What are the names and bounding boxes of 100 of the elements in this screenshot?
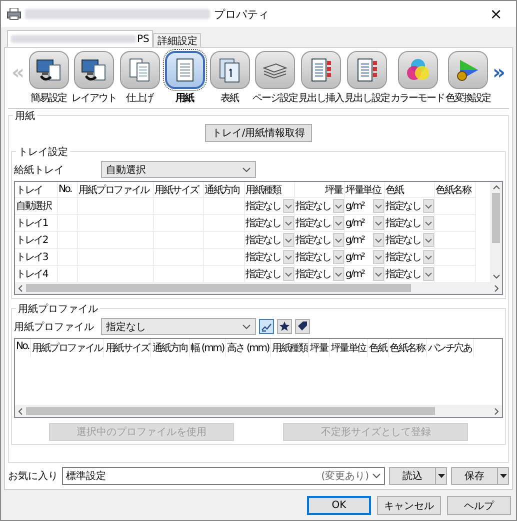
weight-dropdown[interactable]: 指定なし xyxy=(294,232,344,248)
scroll-up-icon xyxy=(492,185,500,190)
column-header[interactable]: パンチ穴あ xyxy=(426,339,474,357)
table-cell: トレイ2 xyxy=(15,232,57,248)
column-header[interactable]: 坪量 xyxy=(309,339,330,357)
weight-unit-dropdown[interactable]: g/m² xyxy=(344,198,384,214)
column-header[interactable]: 色紙 xyxy=(384,182,434,198)
column-header[interactable]: 色紙 xyxy=(368,339,389,357)
chevron-down-icon xyxy=(374,204,382,208)
scroll-thumb[interactable] xyxy=(26,284,411,292)
paper-type-dropdown[interactable]: 指定なし xyxy=(244,198,294,214)
tab[interactable]: 詳細設定 xyxy=(153,33,202,47)
dialog-button[interactable]: ヘルプ xyxy=(447,496,511,515)
color-paper-dropdown[interactable]: 指定なし xyxy=(384,216,434,230)
chevron-down-icon xyxy=(334,220,342,226)
profile-tool-button[interactable] xyxy=(277,319,292,334)
column-header[interactable]: 用紙プロファイル xyxy=(77,182,153,198)
column-header[interactable]: 用紙サイズ xyxy=(153,182,203,198)
tag-icon xyxy=(297,321,308,332)
weight-unit-dropdown[interactable]: g/m² xyxy=(344,250,384,264)
printer-icon xyxy=(7,8,21,20)
weight-dropdown[interactable]: 指定なし xyxy=(294,216,344,230)
column-header[interactable]: 高さ (mm) xyxy=(226,339,271,357)
chevron-down-icon xyxy=(334,204,342,208)
color-paper-dropdown[interactable]: 指定なし xyxy=(384,198,434,214)
paper-profile-dropdown[interactable]: 指定なし xyxy=(101,318,256,335)
dialog-button[interactable]: OK xyxy=(307,496,371,515)
scroll-thumb[interactable] xyxy=(492,193,500,243)
chevron-down-icon xyxy=(284,254,292,260)
column-header[interactable]: 坪量単位 xyxy=(330,339,368,357)
scroll-down-icon xyxy=(492,274,500,279)
column-header[interactable]: No. xyxy=(57,182,77,198)
chevron-down-icon xyxy=(284,238,292,242)
vertical-scrollbar[interactable] xyxy=(490,182,502,282)
scroll-right-button[interactable]: » xyxy=(492,60,506,84)
chevron-down-icon xyxy=(284,204,292,208)
column-header[interactable]: 色紙名称 xyxy=(434,182,475,198)
column-header[interactable]: 坪量単位 xyxy=(344,182,384,198)
star-icon xyxy=(279,321,290,332)
fetch-info-button[interactable]: トレイ/用紙情報取得 xyxy=(204,124,312,142)
weight-unit-dropdown[interactable]: g/m² xyxy=(344,216,384,230)
group-title: 用紙プロファイル xyxy=(16,302,100,316)
paper-type-dropdown[interactable]: 指定なし xyxy=(244,250,294,264)
column-header[interactable]: 幅 (mm) xyxy=(190,339,226,357)
paper-type-dropdown[interactable]: 指定なし xyxy=(244,266,294,282)
dropdown-arrow-button[interactable] xyxy=(497,467,509,485)
chevron-down-icon xyxy=(242,166,251,172)
dialog-button[interactable]: キャンセル xyxy=(377,496,441,515)
column-header[interactable]: 用紙種類 xyxy=(270,339,310,357)
column-header[interactable]: 通紙方向 xyxy=(151,339,190,357)
profile-tool-button[interactable] xyxy=(295,319,310,334)
chevron-down-icon xyxy=(374,272,382,276)
paper-tray-dropdown[interactable]: 自動選択 xyxy=(101,161,256,178)
table-cell: トレイ1 xyxy=(15,214,57,232)
table-cell: 自動選択 xyxy=(15,198,57,214)
column-header[interactable]: 用紙種類 xyxy=(244,182,294,198)
tab[interactable]: PS xyxy=(7,30,154,47)
chevron-down-icon xyxy=(424,220,432,226)
weight-unit-dropdown[interactable]: g/m² xyxy=(344,232,384,248)
column-header[interactable]: No. xyxy=(15,339,32,357)
weight-dropdown[interactable]: 指定なし xyxy=(294,198,344,214)
scroll-right-icon xyxy=(494,408,499,414)
color-paper-dropdown[interactable]: 指定なし xyxy=(384,250,434,264)
scroll-left-icon xyxy=(18,284,23,292)
column-header[interactable]: 通紙方向 xyxy=(203,182,244,198)
table-cell: トレイ3 xyxy=(15,248,57,266)
column-header[interactable]: 用紙サイズ xyxy=(104,339,152,357)
column-header[interactable]: 坪量 xyxy=(294,182,344,198)
column-header[interactable]: 用紙プロファイル xyxy=(31,339,104,357)
color-paper-dropdown[interactable]: 指定なし xyxy=(384,232,434,248)
split-button[interactable]: 読込 xyxy=(389,467,435,485)
window-title: プロパティ xyxy=(214,6,269,22)
chevron-down-icon xyxy=(424,238,432,242)
chevron-down-icon xyxy=(284,220,292,226)
chevron-down-icon xyxy=(372,473,381,479)
horizontal-scrollbar[interactable] xyxy=(15,282,502,294)
scroll-thumb[interactable] xyxy=(26,407,435,415)
field-label: お気に入り xyxy=(8,470,58,483)
paper-type-dropdown[interactable]: 指定なし xyxy=(244,232,294,248)
split-button[interactable]: 保存 xyxy=(451,467,497,485)
caret-down-icon xyxy=(500,474,506,478)
horizontal-scrollbar[interactable] xyxy=(15,405,502,417)
pencil-icon xyxy=(261,321,272,332)
dropdown-arrow-button[interactable] xyxy=(435,467,447,485)
group-title: 用紙 xyxy=(13,109,37,123)
caret-down-icon xyxy=(438,474,444,478)
chevron-down-icon xyxy=(424,204,432,208)
weight-dropdown[interactable]: 指定なし xyxy=(294,250,344,264)
field-label: 用紙プロファイル xyxy=(14,320,95,334)
chevron-down-icon xyxy=(284,272,292,276)
group-title: トレイ設定 xyxy=(16,145,70,159)
weight-dropdown[interactable]: 指定なし xyxy=(294,266,344,282)
favorites-dropdown[interactable]: 標準設定 (変更あり) xyxy=(62,467,385,485)
paper-type-dropdown[interactable]: 指定なし xyxy=(244,216,294,230)
column-header[interactable]: トレイ xyxy=(15,182,57,198)
chevron-down-icon xyxy=(424,254,432,260)
profile-tool-button[interactable] xyxy=(259,319,274,334)
weight-unit-dropdown[interactable]: g/m² xyxy=(344,266,384,282)
column-header[interactable]: 色紙名称 xyxy=(388,339,427,357)
color-paper-dropdown[interactable]: 指定なし xyxy=(384,266,434,282)
